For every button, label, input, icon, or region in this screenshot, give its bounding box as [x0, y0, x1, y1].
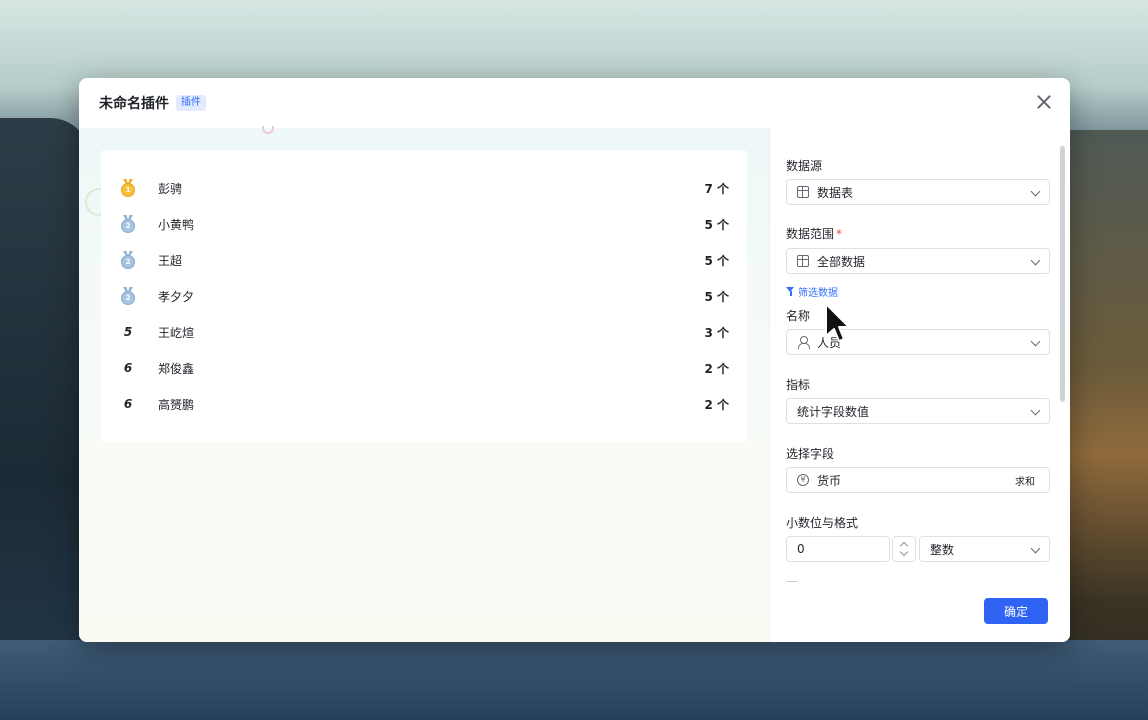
- scrollbar[interactable]: [1060, 146, 1065, 402]
- silver-medal-icon: 2: [119, 214, 137, 234]
- ranking-value: 2 个: [704, 397, 729, 412]
- ranking-name: 孝夕夕: [158, 289, 195, 304]
- name-field-select[interactable]: 人员: [786, 329, 1050, 355]
- ranking-row: 1 彭骋 7 个: [101, 170, 747, 206]
- data-range-label-text: 数据范围: [786, 227, 835, 241]
- chevron-down-icon[interactable]: [899, 547, 909, 557]
- filter-icon: [786, 287, 795, 296]
- select-field-value: 货币: [817, 473, 842, 488]
- format-select[interactable]: 整数: [919, 536, 1050, 562]
- gold-medal-icon: 1: [119, 178, 137, 198]
- dialog-title: 未命名插件: [99, 96, 169, 112]
- ranking-row: 2 王超 5 个: [101, 242, 747, 278]
- plugin-dialog: 未命名插件 插件 1 彭骋 7 个 2 小黄鸭 5 个 2 王超 5 个 2 孝夕夕 5 个 5 王屹煊 3…: [79, 78, 1070, 642]
- data-range-label: 数据范围 *: [786, 225, 842, 242]
- medal-icon: 1: [120, 179, 136, 197]
- rank-number: 5: [119, 322, 137, 342]
- decoration-shape: [262, 126, 274, 134]
- ranking-value: 5 个: [704, 253, 729, 268]
- table-icon: [797, 255, 809, 267]
- close-icon[interactable]: [1034, 92, 1054, 112]
- data-source-select[interactable]: 数据表: [786, 179, 1050, 205]
- data-source-label: 数据源: [786, 159, 823, 173]
- medal-rank: 2: [121, 219, 135, 233]
- ranking-value: 7 个: [704, 181, 729, 196]
- silver-medal-icon: 2: [119, 286, 137, 306]
- ranking-name: 王超: [158, 253, 183, 268]
- chevron-down-icon: [1030, 255, 1041, 266]
- chevron-down-icon: [1030, 543, 1041, 554]
- decimal-input[interactable]: 0: [786, 536, 890, 562]
- data-source-value: 数据表: [817, 185, 854, 200]
- ranking-name: 小黄鸭: [158, 217, 195, 232]
- ranking-row: 6 郑俊鑫 2 个: [101, 350, 747, 386]
- data-range-select[interactable]: 全部数据: [786, 248, 1050, 274]
- ranking-name: 郑俊鑫: [158, 361, 195, 376]
- chevron-down-icon: [1030, 336, 1041, 347]
- person-icon: [797, 336, 810, 349]
- ranking-value: 2 个: [704, 361, 729, 376]
- rank-number-text: 5: [123, 325, 133, 339]
- ranking-row: 2 孝夕夕 5 个: [101, 278, 747, 314]
- medal-rank: 2: [121, 255, 135, 269]
- ranking-value: 5 个: [704, 217, 729, 232]
- select-field-label: 选择字段: [786, 447, 835, 461]
- rank-number: 6: [119, 358, 137, 378]
- rank-number: 6: [119, 394, 137, 414]
- name-field-value: 人员: [817, 335, 842, 350]
- name-field-label: 名称: [786, 309, 811, 323]
- ranking-card: 1 彭骋 7 个 2 小黄鸭 5 个 2 王超 5 个 2 孝夕夕 5 个 5 王屹煊 3 个 6 郑俊鑫 2 个…: [101, 150, 747, 442]
- desktop-lake: [0, 640, 1148, 720]
- confirm-button[interactable]: 确定: [984, 598, 1048, 624]
- filter-data-label: 筛选数据: [798, 288, 838, 299]
- data-range-value: 全部数据: [817, 254, 866, 269]
- ranking-row: 5 王屹煊 3 个: [101, 314, 747, 350]
- ranking-row: 6 高赟鹏 2 个: [101, 386, 747, 422]
- select-field-select[interactable]: ¥ 货币 求和: [786, 467, 1050, 493]
- decimal-format-label: 小数位与格式: [786, 516, 859, 530]
- required-mark: *: [836, 227, 843, 241]
- medal-icon: 2: [120, 251, 136, 269]
- desktop-hill-left: [0, 118, 90, 720]
- filter-data-link[interactable]: 筛选数据: [786, 284, 838, 299]
- config-footer: 确定: [770, 582, 1070, 642]
- metric-value: 统计字段数值: [797, 404, 870, 419]
- aggregation-dropdown[interactable]: 求和: [1015, 473, 1035, 488]
- decimal-stepper[interactable]: [892, 536, 916, 562]
- ranking-name: 王屹煊: [158, 325, 195, 340]
- ranking-name: 彭骋: [158, 181, 183, 196]
- medal-icon: 2: [120, 287, 136, 305]
- rank-number-text: 6: [123, 361, 133, 375]
- medal-icon: 2: [120, 215, 136, 233]
- desktop-hill-right: [1058, 130, 1148, 720]
- preview-panel: 1 彭骋 7 个 2 小黄鸭 5 个 2 王超 5 个 2 孝夕夕 5 个 5 王屹煊 3 个 6 郑俊鑫 2 个…: [79, 126, 769, 642]
- ranking-name: 高赟鹏: [158, 397, 195, 412]
- rank-number-text: 6: [123, 397, 133, 411]
- decimal-value: 0: [797, 542, 805, 556]
- currency-icon: ¥: [797, 474, 809, 486]
- config-panel: 数据源 数据表 数据范围* 全部数据 筛选数据 名称 人员 指标 统计字段数值: [769, 128, 1070, 642]
- ranking-value: 5 个: [704, 289, 729, 304]
- medal-rank: 1: [121, 183, 135, 197]
- table-icon: [797, 186, 809, 198]
- chevron-down-icon: [1030, 405, 1041, 416]
- medal-rank: 2: [121, 291, 135, 305]
- chevron-down-icon: [1030, 186, 1041, 197]
- ranking-row: 2 小黄鸭 5 个: [101, 206, 747, 242]
- plugin-tag: 插件: [176, 95, 206, 111]
- silver-medal-icon: 2: [119, 250, 137, 270]
- ranking-value: 3 个: [704, 325, 729, 340]
- metric-label: 指标: [786, 378, 811, 392]
- format-value: 整数: [930, 542, 955, 557]
- dialog-header: 未命名插件 插件: [79, 78, 1070, 128]
- metric-select[interactable]: 统计字段数值: [786, 398, 1050, 424]
